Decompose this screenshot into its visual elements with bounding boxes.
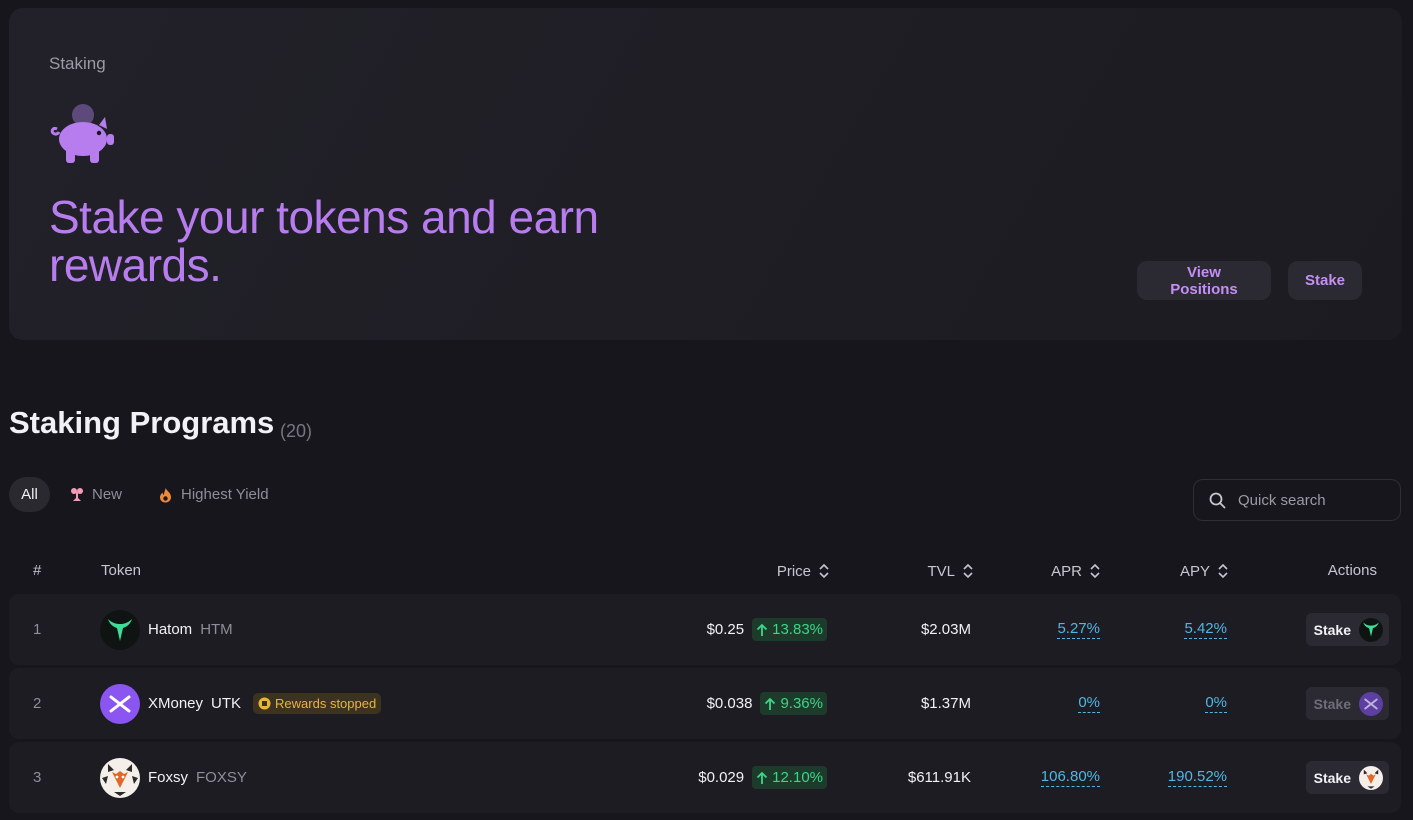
hero-title: Stake your tokens and earn rewards. <box>49 191 599 291</box>
sort-icon <box>1090 563 1100 579</box>
sort-icon <box>1218 563 1228 579</box>
view-positions-button[interactable]: View Positions <box>1137 261 1271 300</box>
staking-hero: Staking Stake your tokens and earn rewar… <box>9 8 1402 340</box>
arrow-up-icon <box>756 771 768 784</box>
arrow-up-icon <box>756 623 768 636</box>
hatom-logo-icon <box>100 609 140 650</box>
sort-icon <box>963 563 973 579</box>
row-rank: 3 <box>33 769 42 786</box>
filter-new[interactable]: New <box>70 477 122 512</box>
filter-all-label: All <box>21 486 38 503</box>
piggy-bank-icon <box>50 104 114 163</box>
row-rank: 1 <box>33 621 42 638</box>
row-stake-button[interactable]: Stake <box>1305 613 1389 646</box>
table-row[interactable]: 2 XMoney UTK Rewards stopped $0.038 9.36… <box>9 668 1401 739</box>
rewards-stopped-badge: Rewards stopped <box>253 693 382 714</box>
token-cell: Hatom HTM <box>100 594 233 665</box>
actions-cell: Stake <box>1305 668 1389 739</box>
token-symbol: UTK <box>211 695 242 712</box>
price-cell: $0.029 12.10% <box>698 742 827 813</box>
row-stake-button[interactable]: Stake <box>1305 687 1389 720</box>
price-change-badge: 12.10% <box>752 766 827 789</box>
search-input[interactable] <box>1238 491 1388 509</box>
price-change-badge: 13.83% <box>752 618 827 641</box>
filter-new-label: New <box>92 486 123 503</box>
apy-value[interactable]: 5.42% <box>1184 620 1227 639</box>
actions-cell: Stake <box>1305 594 1389 665</box>
column-apr[interactable]: APR <box>1051 562 1100 580</box>
price-value: $0.029 <box>698 769 745 786</box>
row-stake-button[interactable]: Stake <box>1305 761 1389 794</box>
apr-cell[interactable]: 106.80% <box>1040 742 1100 813</box>
price-change-badge: 9.36% <box>760 692 827 715</box>
sort-icon <box>819 563 829 579</box>
apr-value[interactable]: 0% <box>1078 694 1100 713</box>
sprout-icon <box>71 487 83 501</box>
table-header: # Token Price TVL APR APY Actions <box>0 562 1413 582</box>
apr-value[interactable]: 5.27% <box>1057 620 1100 639</box>
row-rank: 2 <box>33 695 42 712</box>
price-value: $0.038 <box>706 695 753 712</box>
apr-value[interactable]: 106.80% <box>1040 768 1100 787</box>
token-symbol: HTM <box>200 621 233 638</box>
tvl-value: $2.03M <box>920 621 971 638</box>
apy-value[interactable]: 190.52% <box>1167 768 1227 787</box>
token-name: XMoney <box>148 695 204 712</box>
price-value: $0.25 <box>706 621 745 638</box>
column-tvl[interactable]: TVL <box>927 562 973 580</box>
quick-search[interactable] <box>1193 479 1401 521</box>
column-actions: Actions <box>1327 562 1377 579</box>
stake-button[interactable]: Stake <box>1288 261 1362 300</box>
price-cell: $0.038 9.36% <box>707 668 827 739</box>
stop-icon <box>258 697 271 710</box>
table-row[interactable]: 3 Foxsy FOXSY $0.029 12.10% $611.91K 106… <box>9 742 1401 813</box>
column-price[interactable]: Price <box>777 562 829 580</box>
actions-cell: Stake <box>1305 742 1389 813</box>
token-name: Foxsy <box>148 769 189 786</box>
hatom-logo-icon <box>1359 617 1383 642</box>
fire-icon <box>160 487 171 502</box>
column-apy[interactable]: APY <box>1180 562 1228 580</box>
apy-cell[interactable]: 190.52% <box>1167 742 1227 813</box>
xmoney-logo-icon <box>100 683 140 724</box>
token-cell: XMoney UTK Rewards stopped <box>100 668 382 739</box>
tvl-value: $611.91K <box>907 769 971 786</box>
filter-highest-yield-label: Highest Yield <box>181 486 269 503</box>
price-cell: $0.25 13.83% <box>707 594 827 665</box>
foxsy-logo-icon <box>100 757 140 798</box>
token-symbol: FOXSY <box>196 769 247 786</box>
filter-all[interactable]: All <box>9 477 50 512</box>
apy-cell[interactable]: 5.42% <box>1184 594 1227 665</box>
apy-value[interactable]: 0% <box>1205 694 1227 713</box>
program-count: (20) <box>280 421 313 441</box>
xmoney-logo-icon <box>1359 691 1383 716</box>
column-token: Token <box>101 562 142 579</box>
tvl-value: $1.37M <box>920 695 971 712</box>
token-name: Hatom <box>148 621 193 638</box>
filter-highest-yield[interactable]: Highest Yield <box>158 477 269 512</box>
apy-cell[interactable]: 0% <box>1205 668 1227 739</box>
apr-cell[interactable]: 0% <box>1078 668 1100 739</box>
table-row[interactable]: 1 Hatom HTM $0.25 13.83% $2.03M 5.27% 5.… <box>9 594 1401 665</box>
column-rank: # <box>33 562 42 579</box>
search-icon <box>1209 492 1226 508</box>
breadcrumb: Staking <box>49 54 106 73</box>
token-cell: Foxsy FOXSY <box>100 742 247 813</box>
section-title: Staking Programs <box>9 405 275 440</box>
foxsy-logo-icon <box>1359 765 1383 790</box>
arrow-up-icon <box>765 697 776 710</box>
apr-cell[interactable]: 5.27% <box>1057 594 1100 665</box>
